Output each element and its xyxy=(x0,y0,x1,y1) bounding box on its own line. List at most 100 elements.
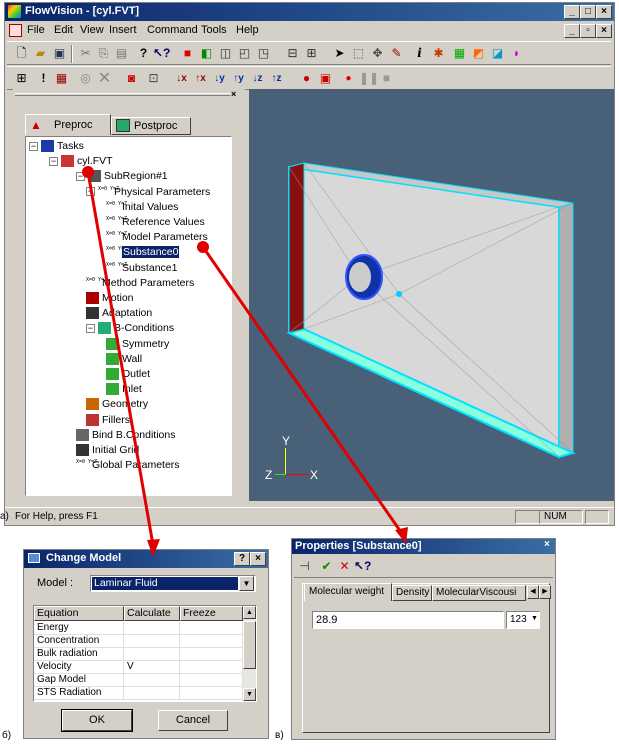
tab-density[interactable]: Density xyxy=(392,585,432,601)
dialog-help-button[interactable]: ? xyxy=(234,552,250,566)
tab-preproc[interactable]: ▲ Preproc xyxy=(25,114,111,135)
select-box-icon[interactable]: ⬚ xyxy=(350,45,367,62)
panel-close-icon[interactable]: × xyxy=(231,89,236,99)
collapse-toggle-icon[interactable]: − xyxy=(86,323,95,333)
scroll-down-icon[interactable]: ▼ xyxy=(243,688,256,701)
context-help-icon[interactable]: ↖? xyxy=(153,45,170,62)
rainbow-icon[interactable]: ◗ xyxy=(508,45,525,62)
table-cell[interactable] xyxy=(180,674,243,686)
ok-button[interactable]: OK xyxy=(61,709,133,732)
window-split-icon[interactable]: ⊟ xyxy=(284,45,301,62)
target-icon[interactable]: ◎ xyxy=(77,70,94,87)
table-cell[interactable]: Energy xyxy=(34,622,124,634)
bug-icon[interactable]: ✱ xyxy=(430,45,447,62)
tab-molecular-viscosity[interactable]: MolecularViscousi xyxy=(432,585,526,601)
view-cube-outline-icon[interactable]: ◰ xyxy=(236,45,253,62)
stop-icon[interactable]: ■ xyxy=(378,70,395,87)
tab-scroll-left-icon[interactable]: ◀ xyxy=(527,585,539,599)
table-row[interactable]: STS Radiation xyxy=(34,687,243,700)
minimize-button[interactable]: _ xyxy=(564,5,580,19)
table-cell[interactable]: Gap Model xyxy=(34,674,124,686)
tree-item[interactable]: Initial Grid xyxy=(76,444,139,456)
panel-grip[interactable] xyxy=(15,93,230,96)
table-cell[interactable]: Bulk radiation xyxy=(34,648,124,660)
tree-item[interactable]: X=0 Y=Z Substance1 xyxy=(106,262,177,274)
doc-close-button[interactable]: × xyxy=(596,24,612,38)
save-icon[interactable]: ▣ xyxy=(51,45,68,62)
table-cell[interactable] xyxy=(180,622,243,634)
menu-edit[interactable]: Edit xyxy=(54,24,73,36)
table-cell[interactable] xyxy=(124,648,180,660)
discard-icon[interactable]: ✕ xyxy=(336,558,353,575)
open-icon[interactable]: ▰ xyxy=(32,45,49,62)
collapse-toggle-icon[interactable]: − xyxy=(49,156,58,166)
close-button[interactable]: × xyxy=(596,5,612,19)
tree-item[interactable]: Inlet xyxy=(106,383,142,396)
tree-item[interactable]: X=0 Y=Z Substance0 xyxy=(106,246,180,259)
tree-item[interactable]: Bind B.Conditions xyxy=(76,428,175,441)
table-row[interactable]: Bulk radiation xyxy=(34,648,243,661)
grid-red-icon[interactable]: ▦ xyxy=(53,70,70,87)
table-cell[interactable] xyxy=(180,635,243,647)
table-cell[interactable] xyxy=(124,687,180,699)
table-cell[interactable] xyxy=(124,622,180,634)
pause-icon[interactable]: ❚❚ xyxy=(359,70,379,87)
menu-tools[interactable]: Tools xyxy=(201,24,227,36)
table-scrollbar[interactable]: ▲ ▼ xyxy=(243,606,256,701)
title-bar[interactable]: FlowVision - [cyl.FVT] _ □ × xyxy=(5,3,614,21)
window-tile-icon[interactable]: ⊞ xyxy=(303,45,320,62)
tree-item[interactable]: − X=0 Y=Z Physical Parameters xyxy=(86,186,210,198)
chevron-down-icon[interactable]: ▼ xyxy=(239,576,254,591)
tree-item[interactable]: − Tasks xyxy=(29,140,84,152)
tree-item[interactable]: Wall xyxy=(106,352,142,365)
model-select[interactable]: Laminar Fluid ▼ xyxy=(90,575,256,592)
col-equation[interactable]: Equation xyxy=(34,606,124,621)
record-icon[interactable]: ● xyxy=(340,70,357,87)
tree-item[interactable]: − B-Conditions xyxy=(86,322,174,335)
maximize-button[interactable]: □ xyxy=(580,5,596,19)
properties-title-bar[interactable]: Properties [Substance0] × xyxy=(292,539,555,554)
pen-icon[interactable]: ✎ xyxy=(388,45,405,62)
status-grip[interactable] xyxy=(585,510,609,524)
copy-icon[interactable]: ⎘ xyxy=(95,45,112,62)
camera-icon[interactable]: ◙ xyxy=(123,70,140,87)
table-cell[interactable]: Concentration xyxy=(34,635,124,647)
scroll-up-icon[interactable]: ▲ xyxy=(243,606,256,619)
menu-command[interactable]: Command xyxy=(147,24,198,36)
cross-icon[interactable]: ✕ xyxy=(96,70,113,87)
view-down-y-icon[interactable]: ↓y xyxy=(211,70,228,87)
tree-item[interactable]: X=0 Y=Z Method Parameters xyxy=(86,277,194,289)
view-red-cube-icon[interactable]: ■ xyxy=(179,45,196,62)
apply-icon[interactable]: ✔ xyxy=(318,558,335,575)
properties-close-icon[interactable]: × xyxy=(544,539,550,550)
table-cell[interactable] xyxy=(124,674,180,686)
context-help-icon[interactable]: ↖? xyxy=(354,558,371,575)
table-cell[interactable] xyxy=(124,635,180,647)
change-model-title-bar[interactable]: Change Model ? × xyxy=(24,550,268,568)
collapse-toggle-icon[interactable]: − xyxy=(29,141,38,151)
col-freeze[interactable]: Freeze xyxy=(180,606,243,621)
menu-insert[interactable]: Insert xyxy=(109,24,137,36)
record-1-icon[interactable]: ● xyxy=(298,70,315,87)
view-up-x-icon[interactable]: ↑x xyxy=(192,70,209,87)
tree-item[interactable]: X=0 Y=Z Global Parameters xyxy=(76,459,180,471)
tree-item[interactable]: Adaptation xyxy=(86,307,152,320)
tree-item[interactable]: X=0 Y=Z Reference Values xyxy=(106,216,205,228)
table-cell[interactable] xyxy=(180,648,243,660)
doc-minimize-button[interactable]: _ xyxy=(564,24,580,38)
collapse-toggle-icon[interactable]: − xyxy=(86,187,95,197)
menu-file[interactable]: File xyxy=(27,24,45,36)
table-row[interactable]: Concentration xyxy=(34,635,243,648)
table-cell[interactable] xyxy=(180,661,243,673)
help-icon[interactable]: ? xyxy=(135,45,152,62)
tree-item[interactable]: X=0 Y=Z Inital Values xyxy=(106,201,178,213)
view-up-y-icon[interactable]: ↑y xyxy=(230,70,247,87)
doc-restore-button[interactable]: ▫ xyxy=(580,24,596,38)
exclaim-icon[interactable]: ! xyxy=(35,70,52,87)
unit-select[interactable]: 123 ▼ xyxy=(506,611,540,629)
cut-icon[interactable]: ✂ xyxy=(77,45,94,62)
tree-item[interactable]: Motion xyxy=(86,292,134,304)
paste-icon[interactable]: ▤ xyxy=(113,45,130,62)
3d-viewport[interactable]: Y Z X xyxy=(249,89,614,501)
pin-icon[interactable]: ⊣ xyxy=(296,558,313,575)
